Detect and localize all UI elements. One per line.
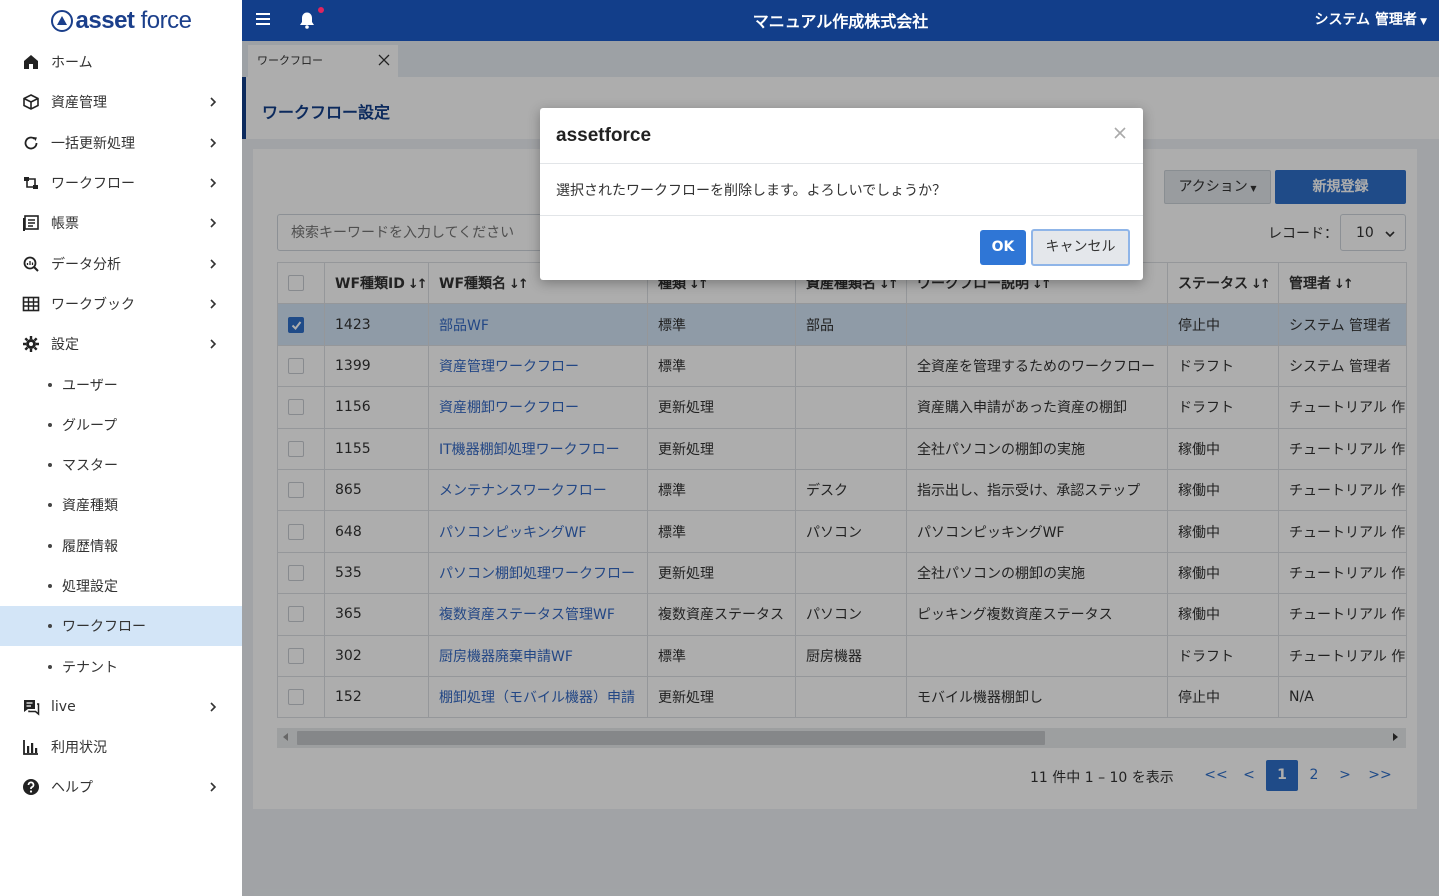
logo[interactable]: asset force [0, 0, 242, 42]
sidebar-item-label: 帳票 [51, 216, 79, 233]
dialog-title: assetforce [556, 125, 652, 146]
help-icon [22, 778, 40, 796]
cube-icon [22, 93, 40, 111]
subitem-label: グループ [62, 417, 118, 434]
sidebar-item-workflow[interactable]: ワークフロー [0, 163, 242, 203]
chat-icon [22, 698, 40, 716]
top-bar: マニュアル作成株式会社 システム 管理者 ▼ [242, 0, 1439, 41]
bullet-dot [48, 463, 52, 468]
sidebar-item-data-analysis[interactable]: データ分析 [0, 243, 242, 283]
chevron-right-icon [210, 782, 217, 793]
divider [540, 163, 1143, 164]
chevron-right-icon [210, 178, 217, 188]
sidebar-subitem-master[interactable]: マスター [0, 445, 242, 485]
sidebar-subitem-processing[interactable]: 処理設定 [0, 566, 242, 606]
sidebar-item-usage[interactable]: 利用状況 [0, 727, 242, 767]
bullet-dot [48, 503, 52, 508]
sidebar-item-workbook[interactable]: ワークブック [0, 284, 242, 324]
sidebar-item-label: ワークフロー [51, 176, 135, 193]
bullet-dot [48, 382, 52, 387]
sidebar-item-home[interactable]: ホーム [0, 42, 242, 82]
subitem-label: 履歴情報 [62, 538, 118, 555]
sidebar-item-label: 設定 [51, 337, 79, 354]
sidebar-item-asset-management[interactable]: 資産管理 [0, 82, 242, 122]
dialog-message: 選択されたワークフローを削除します。よろしいでしょうか？ [556, 183, 947, 199]
sidebar-item-settings[interactable]: 設定 [0, 324, 242, 364]
chevron-right-icon [210, 97, 217, 108]
report-icon [22, 214, 40, 232]
divider [540, 215, 1143, 216]
chevron-right-icon [210, 138, 217, 148]
sidebar-item-reports[interactable]: 帳票 [0, 203, 242, 243]
sidebar-item-label: 利用状況 [51, 740, 107, 757]
chevron-right-icon [210, 299, 217, 309]
sidebar-item-bulk-update[interactable]: 一括更新処理 [0, 123, 242, 163]
sidebar-item-label: live [51, 698, 76, 715]
subitem-label: マスター [62, 458, 118, 475]
sidebar-item-label: 一括更新処理 [51, 135, 135, 152]
sidebar-item-label: データ分析 [51, 256, 121, 273]
sidebar-subitem-users[interactable]: ユーザー [0, 364, 242, 404]
chevron-right-icon [210, 339, 217, 349]
confirm-delete-dialog: assetforce 選択されたワークフローを削除します。よろしいでしょうか？ … [540, 108, 1143, 280]
table-icon [22, 295, 40, 313]
analysis-icon [22, 255, 40, 273]
sidebar-item-label: ワークブック [51, 296, 135, 313]
gear-icon [22, 335, 40, 353]
user-name: システム 管理者 [1314, 12, 1417, 28]
sidebar-item-label: ヘルプ [51, 780, 93, 797]
subitem-label: ユーザー [62, 377, 118, 394]
logo-text: asset force [75, 7, 192, 34]
chevron-right-icon [210, 259, 217, 269]
bullet-dot [48, 664, 52, 669]
home-icon [22, 53, 40, 71]
sidebar-subitem-history[interactable]: 履歴情報 [0, 526, 242, 566]
bar-chart-icon [22, 738, 40, 756]
sidebar: asset force ホーム 資産管理 一括更新処理 ワークフロー 帳票 デー… [0, 0, 242, 896]
close-icon[interactable] [1113, 126, 1127, 140]
caret-down-icon: ▼ [1416, 17, 1427, 27]
subitem-label: ワークフロー [62, 619, 146, 636]
bullet-dot [48, 624, 52, 629]
sidebar-subitem-tenant[interactable]: テナント [0, 646, 242, 686]
company-name: マニュアル作成株式会社 [752, 12, 929, 31]
refresh-icon [22, 134, 40, 152]
subitem-label: 処理設定 [62, 579, 118, 595]
sidebar-item-label: ホーム [51, 55, 93, 72]
cancel-button[interactable]: キャンセル [1031, 229, 1130, 266]
sidebar-subitem-workflow[interactable]: ワークフロー [0, 606, 242, 647]
sidebar-item-help[interactable]: ヘルプ [0, 767, 242, 807]
sidebar-subitem-groups[interactable]: グループ [0, 405, 242, 445]
bullet-dot [48, 422, 52, 427]
chevron-right-icon [210, 218, 217, 228]
ok-button[interactable]: OK [980, 230, 1026, 265]
sidebar-item-live[interactable]: live [0, 687, 242, 727]
chevron-right-icon [210, 702, 217, 712]
workflow-icon [22, 174, 40, 192]
user-menu[interactable]: システム 管理者 ▼ [1314, 0, 1427, 41]
logo-mark-icon [50, 10, 73, 32]
sidebar-subitem-asset-types[interactable]: 資産種類 [0, 485, 242, 525]
sidebar-item-label: 資産管理 [51, 95, 107, 112]
bullet-dot [48, 584, 52, 588]
bullet-dot [48, 543, 52, 548]
subitem-label: 資産種類 [62, 498, 118, 515]
subitem-label: テナント [62, 659, 118, 676]
